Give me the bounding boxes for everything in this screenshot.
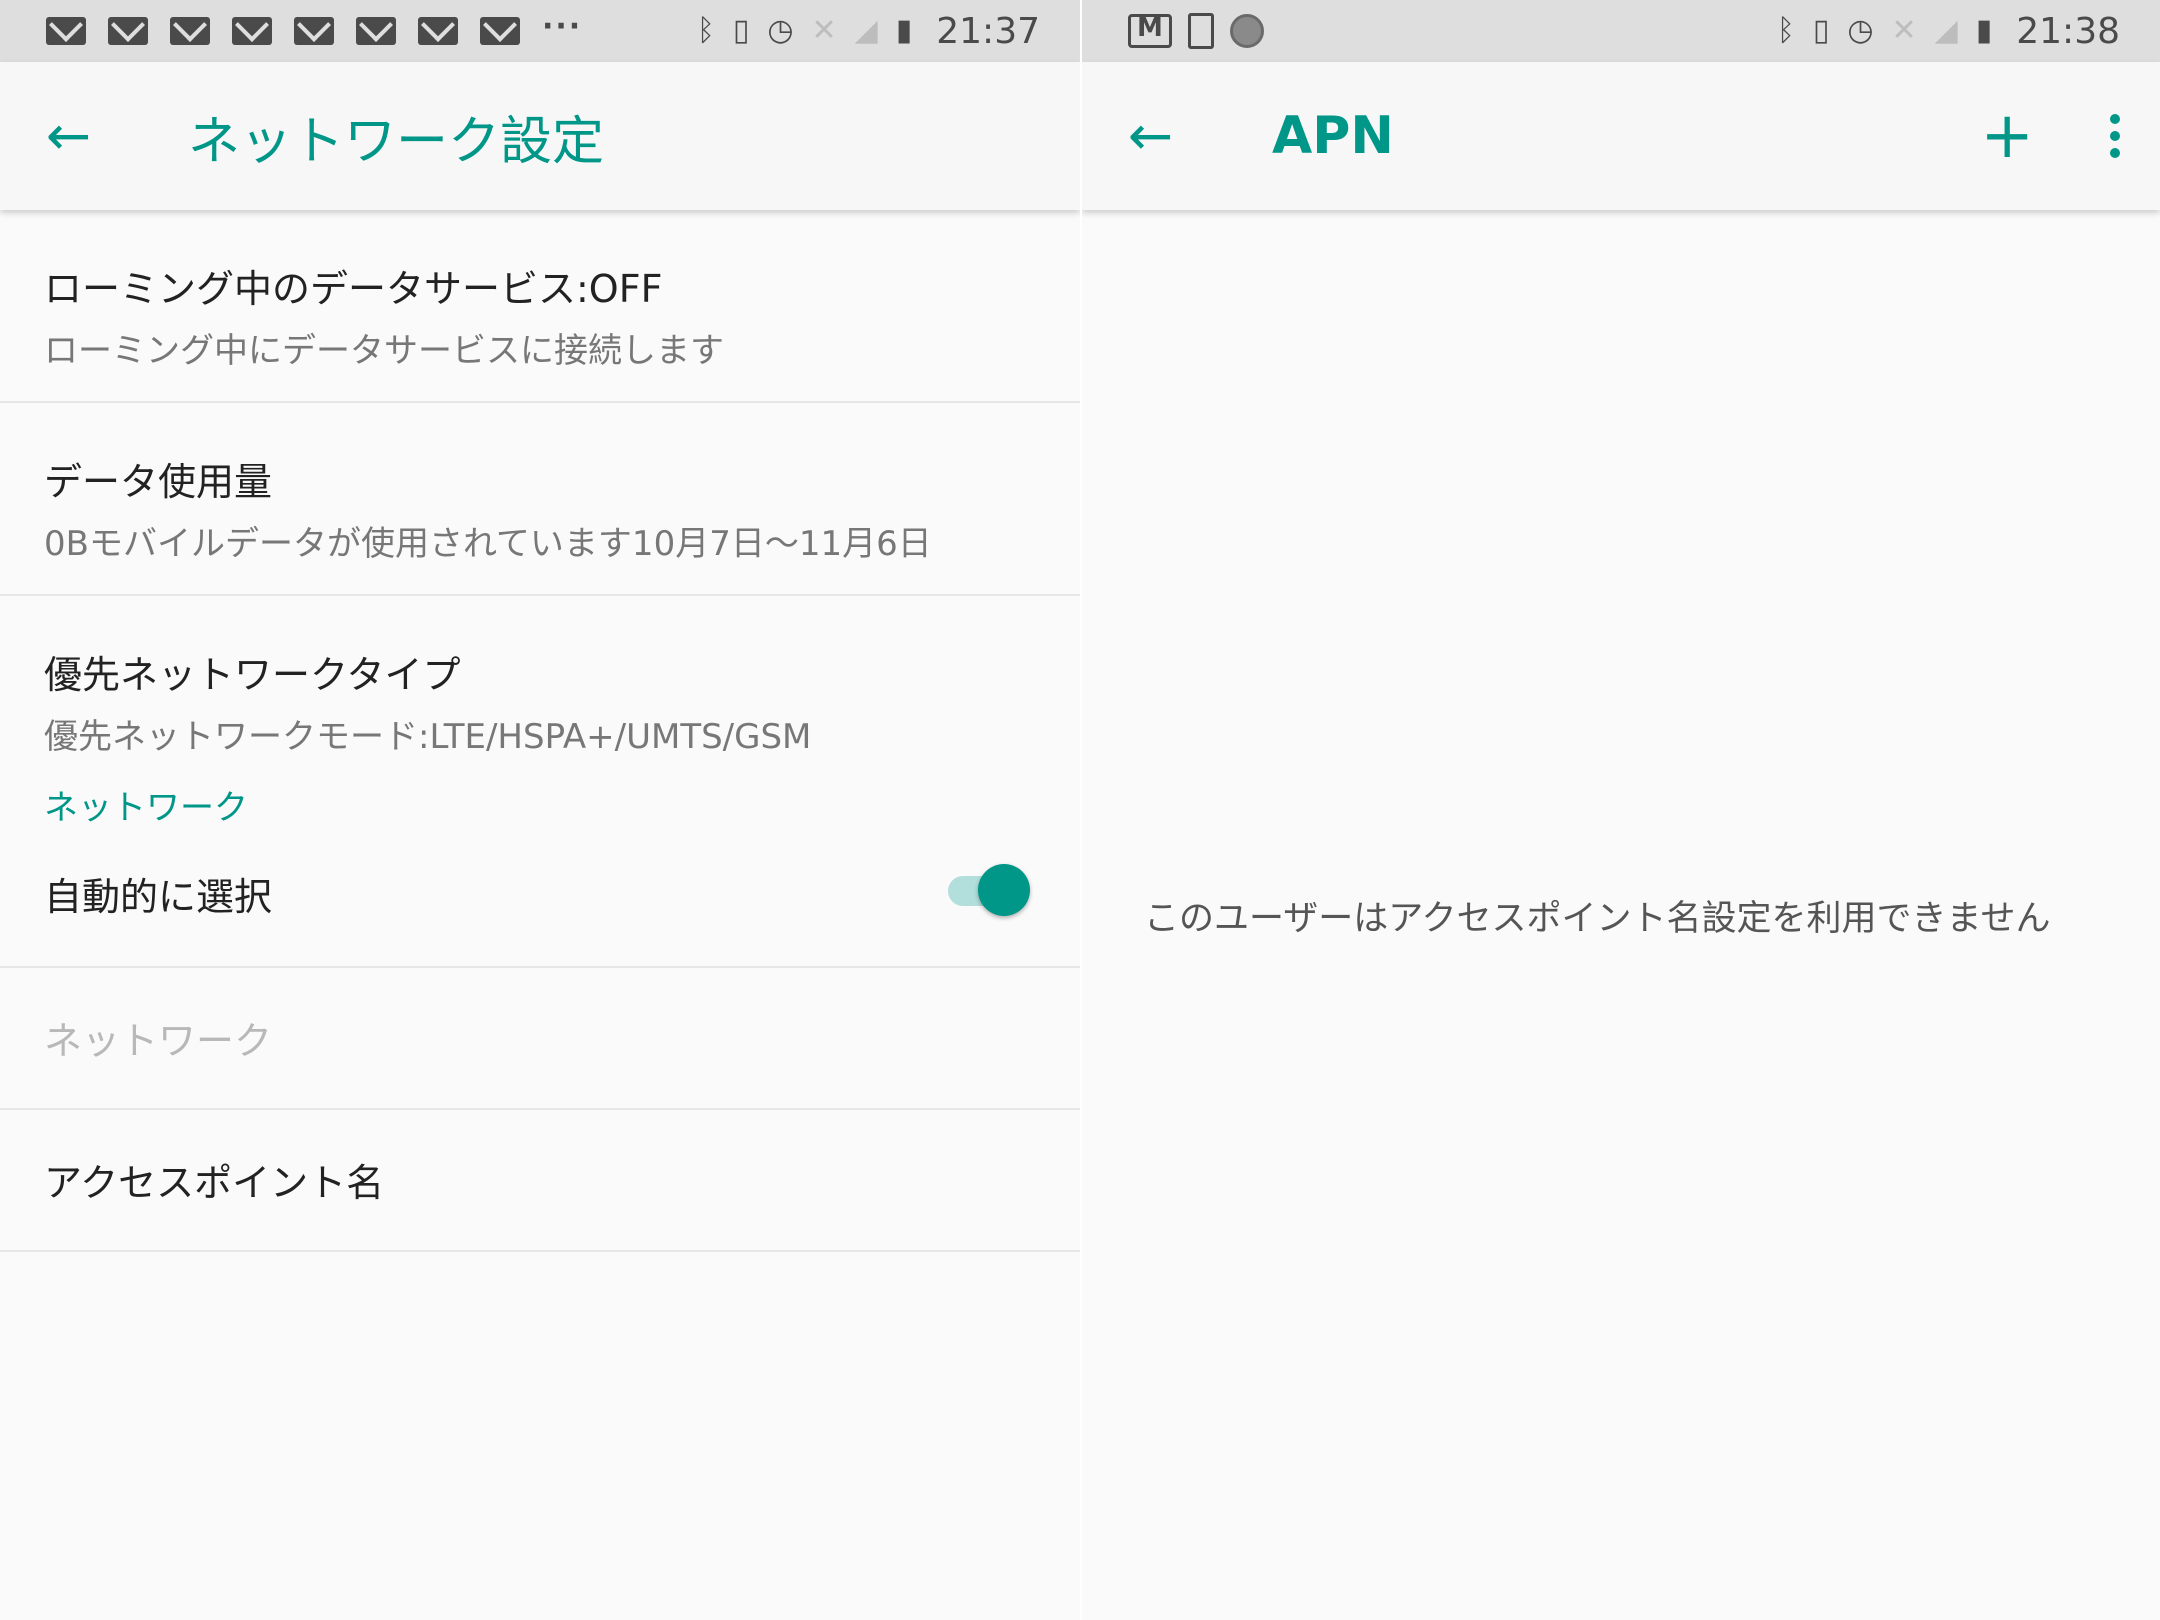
no-sim-icon: ✕ xyxy=(811,13,837,48)
roaming-data-item[interactable]: ローミング中のデータサービス:OFF ローミング中にデータサービスに接続します xyxy=(0,210,1080,403)
clock: 21:37 xyxy=(936,10,1040,52)
mail-icon xyxy=(480,17,520,45)
add-icon[interactable]: + xyxy=(1980,104,2034,168)
status-bar: ᛒ ▯ ◷ ✕ ◢ ▮ 21:38 xyxy=(1082,0,2160,62)
signal-icon: ◢ xyxy=(1934,13,1958,48)
mail-icon xyxy=(170,17,210,45)
battery-charging-icon: ▮ xyxy=(895,13,913,48)
notification-icons: ··· xyxy=(46,9,582,45)
back-arrow-icon[interactable]: ← xyxy=(46,109,106,163)
status-bar: ··· ᛒ ▯ ◷ ✕ ◢ ▮ 21:37 xyxy=(0,0,1080,62)
mail-icon xyxy=(418,17,458,45)
mail-icon xyxy=(356,17,396,45)
auto-select-label: 自動的に選択 xyxy=(44,875,273,919)
item-subtitle: ローミング中にデータサービスに接続します xyxy=(44,331,724,371)
network-settings-screen: ··· ᛒ ▯ ◷ ✕ ◢ ▮ 21:37 ← ネットワーク設定 ローミング中の… xyxy=(0,0,1080,1620)
item-title: ネットワーク xyxy=(44,1019,273,1063)
item-title: データ使用量 xyxy=(44,460,273,504)
page-title: APN xyxy=(1272,106,1394,166)
app-bar: ← APN + xyxy=(1082,62,2160,210)
clipboard-icon xyxy=(1188,13,1214,49)
notification-icons xyxy=(1128,13,1264,49)
app-bar: ← ネットワーク設定 xyxy=(0,62,1080,210)
disc-icon xyxy=(1230,14,1264,48)
alarm-icon: ◷ xyxy=(1847,13,1874,48)
no-sim-icon: ✕ xyxy=(1891,13,1917,48)
mail-icon xyxy=(108,17,148,45)
data-usage-item[interactable]: データ使用量 0Bモバイルデータが使用されています10月7日〜11月6日 xyxy=(0,403,1080,596)
vibrate-icon: ▯ xyxy=(1812,13,1830,48)
page-title: ネットワーク設定 xyxy=(188,111,605,172)
item-title: 優先ネットワークタイプ xyxy=(44,653,461,697)
toggle-thumb xyxy=(978,864,1030,916)
gmail-icon xyxy=(1128,13,1172,48)
bluetooth-icon: ᛒ xyxy=(696,13,715,48)
signal-icon: ◢ xyxy=(854,13,878,48)
network-category-header: ネットワーク xyxy=(44,788,248,828)
system-icons: ᛒ ▯ ◷ ✕ ◢ ▮ 21:38 xyxy=(1777,11,2120,52)
clock: 21:38 xyxy=(2016,10,2120,52)
item-title: ローミング中のデータサービス:OFF xyxy=(44,267,663,311)
mail-icon xyxy=(294,17,334,45)
vibrate-icon: ▯ xyxy=(732,13,750,48)
mail-icon xyxy=(46,17,86,45)
settings-list: ローミング中のデータサービス:OFF ローミング中にデータサービスに接続します … xyxy=(0,210,1080,1252)
access-point-names-item[interactable]: アクセスポイント名 xyxy=(0,1110,1080,1252)
item-title: アクセスポイント名 xyxy=(44,1161,385,1205)
mail-icon xyxy=(232,17,272,45)
system-icons: ᛒ ▯ ◷ ✕ ◢ ▮ 21:37 xyxy=(697,11,1040,52)
auto-select-item[interactable]: 自動的に選択 xyxy=(0,842,1080,968)
preferred-network-type-item[interactable]: 優先ネットワークタイプ 優先ネットワークモード:LTE/HSPA+/UMTS/G… xyxy=(0,596,1080,757)
more-notifications-indicator: ··· xyxy=(542,8,583,44)
network-item-disabled: ネットワーク xyxy=(0,968,1080,1110)
item-subtitle: 0Bモバイルデータが使用されています10月7日〜11月6日 xyxy=(44,524,932,564)
apn-screen: ᛒ ▯ ◷ ✕ ◢ ▮ 21:38 ← APN + このユーザーはアクセスポイン… xyxy=(1082,0,2160,1620)
auto-select-toggle[interactable] xyxy=(946,862,1030,918)
app-bar-actions: + xyxy=(1980,104,2120,168)
empty-state-message: このユーザーはアクセスポイント名設定を利用できません xyxy=(1144,899,2051,939)
battery-charging-icon: ▮ xyxy=(1975,13,1993,48)
alarm-icon: ◷ xyxy=(767,13,794,48)
back-arrow-icon[interactable]: ← xyxy=(1128,109,1188,163)
bluetooth-icon: ᛒ xyxy=(1776,13,1795,48)
more-vert-icon[interactable] xyxy=(2110,114,2120,158)
